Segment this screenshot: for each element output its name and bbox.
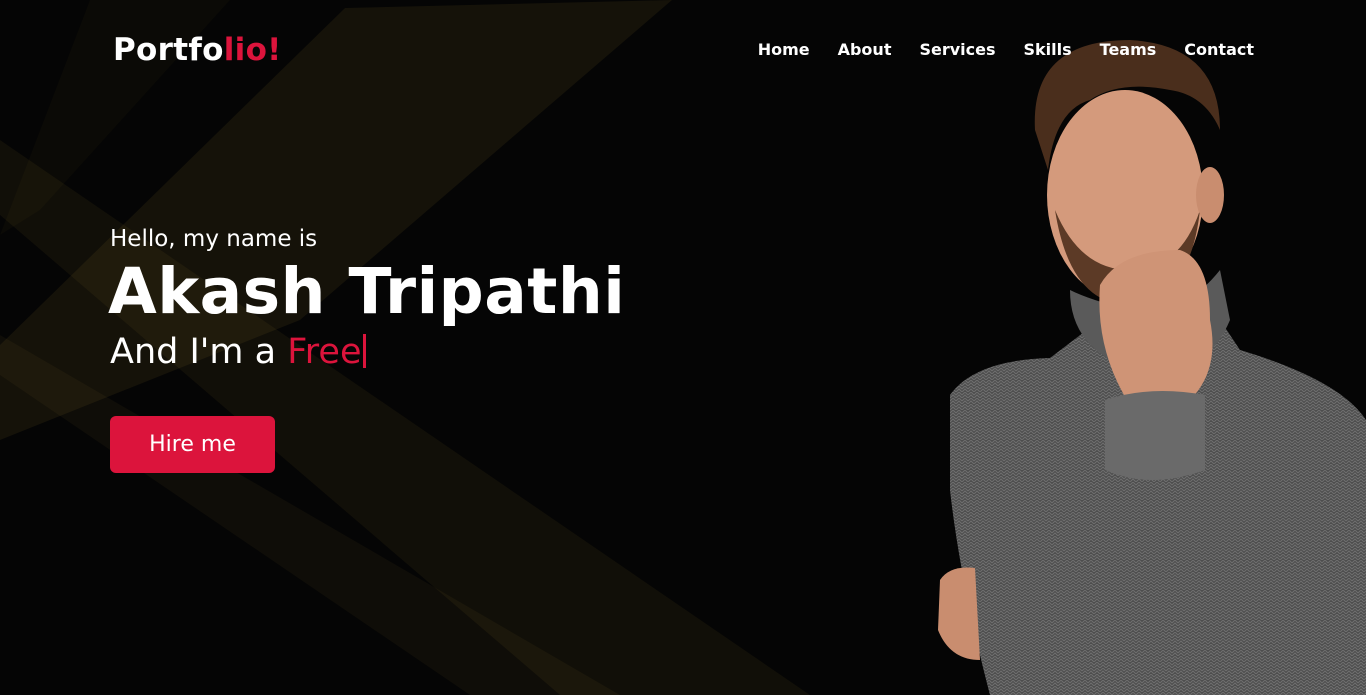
hire-me-button[interactable]: Hire me: [110, 416, 275, 473]
hero-role-line: And I'm a Free: [110, 328, 625, 376]
lower-hand-shape: [938, 567, 980, 660]
ear-shape: [1196, 167, 1224, 223]
portfolio-page: Portfolio! Home About Services Skills Te…: [0, 0, 1366, 695]
nav-link-teams[interactable]: Teams: [1100, 38, 1157, 62]
hero-role-prefix: And I'm a: [110, 332, 288, 372]
logo-main-text: Portfo: [113, 32, 224, 68]
nav-link-skills[interactable]: Skills: [1024, 38, 1072, 62]
nav-menu: Home About Services Skills Teams Contact: [758, 38, 1254, 62]
profile-portrait-image: [938, 40, 1366, 695]
text-cursor-icon: [362, 334, 366, 368]
sleeve-shape: [1105, 391, 1205, 480]
logo-accent-text: lio!: [223, 32, 282, 68]
hero-name: Akash Tripathi: [108, 255, 626, 328]
hero-intro: Hello, my name is Akash Tripathi And I'm…: [108, 222, 625, 376]
navbar: Portfolio! Home About Services Skills Te…: [0, 0, 1366, 100]
nav-link-services[interactable]: Services: [919, 38, 995, 62]
site-logo[interactable]: Portfolio!: [113, 30, 282, 70]
nav-link-contact[interactable]: Contact: [1184, 38, 1254, 62]
nav-link-about[interactable]: About: [838, 38, 892, 62]
hero-role-typed: Free: [287, 332, 362, 372]
hero-greeting: Hello, my name is: [110, 226, 318, 252]
nav-link-home[interactable]: Home: [758, 38, 810, 62]
